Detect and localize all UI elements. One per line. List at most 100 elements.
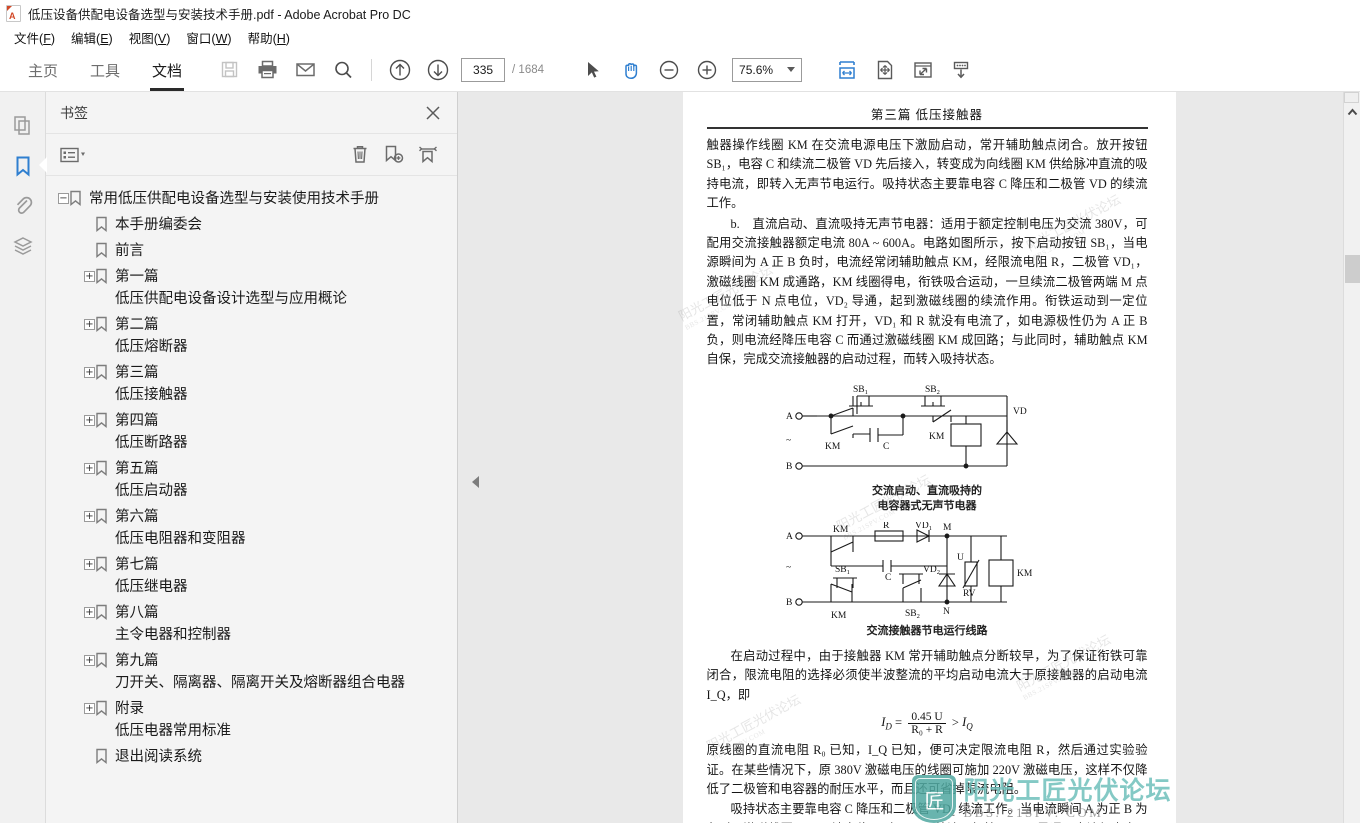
expand-icon[interactable]: + bbox=[84, 271, 95, 282]
pdf-file-icon bbox=[6, 4, 21, 22]
save-button[interactable] bbox=[210, 51, 248, 89]
bookmark-label: 常用低压供配电设备选型与安装使用技术手册 bbox=[89, 191, 379, 207]
zoom-level-select[interactable]: 75.6% bbox=[732, 57, 803, 82]
pdf-page: 阳光工匠光伏论坛 BBS.21SPV.COM 阳光工匠光伏论坛 BBS.21SPV.… bbox=[676, 92, 1176, 823]
expand-icon[interactable]: + bbox=[84, 559, 95, 570]
page-number-input[interactable]: 335 bbox=[461, 57, 506, 82]
expand-icon[interactable]: + bbox=[84, 607, 95, 618]
svg-text:SB2: SB2 bbox=[925, 385, 940, 396]
bookmark-item[interactable]: + 第八篇 主令电器和控制器 bbox=[46, 600, 457, 648]
paragraph: 原线圈的直流电阻 R₀ 已知，I_Q 已知，便可决定限流电阻 R，然后通过实验验… bbox=[706, 743, 1148, 796]
expand-icon[interactable]: + bbox=[84, 463, 95, 474]
full-screen-button[interactable] bbox=[904, 51, 942, 89]
page-thumbnails-icon bbox=[13, 116, 30, 135]
svg-text:M: M bbox=[943, 523, 952, 533]
tab-home[interactable]: 主页 bbox=[26, 49, 60, 91]
paragraph: 在启动过程中，由于接触器 KM 常开辅助触点分断较早，为了保证衔铁可靠闭合，限流… bbox=[706, 648, 1148, 702]
bookmark-item[interactable]: + 第三篇 低压接触器 bbox=[46, 360, 457, 408]
bookmark-item[interactable]: + 第九篇 刀开关、隔离器、隔离开关及熔断器组合电器 bbox=[46, 648, 457, 696]
attachments-button[interactable] bbox=[6, 186, 40, 226]
options-menu-icon bbox=[60, 147, 85, 162]
fit-page-button[interactable] bbox=[866, 51, 904, 89]
expand-icon[interactable]: + bbox=[84, 319, 95, 330]
expand-icon[interactable]: + bbox=[84, 511, 95, 522]
delete-bookmark-icon bbox=[353, 146, 367, 163]
svg-text:KM: KM bbox=[825, 442, 841, 452]
search-button[interactable] bbox=[324, 51, 362, 89]
svg-text:VD: VD bbox=[1013, 407, 1027, 417]
scroll-up-button[interactable] bbox=[1344, 104, 1360, 121]
figure-ac-contactor-saving-circuit: AB ~ KM R VD1 M N C VD2 U RV KM SB1 KM S… bbox=[707, 522, 1148, 639]
menu-help[interactable]: 帮助(H) bbox=[242, 26, 300, 49]
bookmarks-toolbar bbox=[46, 134, 457, 176]
bookmarks-icon bbox=[16, 156, 29, 177]
new-bookmark-button[interactable] bbox=[379, 141, 409, 169]
bookmark-item[interactable]: − 常用低压供配电设备选型与安装使用技术手册 bbox=[46, 186, 457, 212]
bookmark-item[interactable]: + 第六篇 低压电阻器和变阻器 bbox=[46, 504, 457, 552]
select-tool-button[interactable] bbox=[574, 51, 612, 89]
bookmark-item[interactable]: + 第四篇 低压断路器 bbox=[46, 408, 457, 456]
menu-bar: 文件(F) 编辑(E) 视图(V) 窗口(W) 帮助(H) bbox=[0, 26, 1360, 48]
zoom-out-button[interactable] bbox=[650, 51, 688, 89]
menu-edit[interactable]: 编辑(E) bbox=[65, 26, 123, 49]
svg-text:SB1: SB1 bbox=[835, 565, 850, 576]
menu-view[interactable]: 视图(V) bbox=[123, 26, 181, 49]
bookmark-item[interactable]: + 第五篇 低压启动器 bbox=[46, 456, 457, 504]
page-running-head: 第三篇 低压接触器 bbox=[870, 108, 984, 122]
zoom-in-icon bbox=[697, 60, 717, 79]
bookmark-label: 退出阅读系统 bbox=[115, 749, 202, 765]
bookmark-label: 第八篇 主令电器和控制器 bbox=[115, 605, 231, 643]
bookmark-item[interactable]: + 第七篇 低压继电器 bbox=[46, 552, 457, 600]
tab-tools[interactable]: 工具 bbox=[88, 49, 122, 91]
expand-icon[interactable]: + bbox=[84, 367, 95, 378]
print-button[interactable] bbox=[248, 51, 286, 89]
menu-window[interactable]: 窗口(W) bbox=[180, 26, 241, 49]
expand-icon[interactable]: + bbox=[84, 415, 95, 426]
expand-bookmarks-button[interactable] bbox=[413, 141, 443, 169]
bookmark-item[interactable]: + 第二篇 低压熔断器 bbox=[46, 312, 457, 360]
fit-width-button[interactable] bbox=[828, 51, 866, 89]
email-button[interactable] bbox=[286, 51, 324, 89]
next-page-button[interactable] bbox=[419, 51, 457, 89]
delete-bookmark-button[interactable] bbox=[345, 141, 375, 169]
hand-tool-icon bbox=[625, 62, 638, 79]
bookmark-icon bbox=[95, 700, 115, 717]
layers-button[interactable] bbox=[6, 226, 40, 266]
bookmarks-button[interactable] bbox=[6, 146, 47, 186]
bookmark-item[interactable]: + 第一篇 低压供配电设备设计选型与应用概论 bbox=[46, 264, 457, 312]
expand-icon[interactable]: + bbox=[84, 655, 95, 666]
bookmark-icon bbox=[95, 242, 115, 259]
bookmark-item[interactable]: 前言 bbox=[46, 238, 457, 264]
vertical-scrollbar[interactable] bbox=[1343, 92, 1360, 823]
svg-text:VD1: VD1 bbox=[915, 522, 932, 532]
bookmark-item[interactable]: + 附录 低压电器常用标准 bbox=[46, 696, 457, 744]
scrollbar-thumb[interactable] bbox=[1345, 255, 1360, 283]
bookmark-label: 第一篇 低压供配电设备设计选型与应用概论 bbox=[115, 269, 347, 307]
full-screen-icon bbox=[914, 61, 932, 78]
expand-icon[interactable]: + bbox=[84, 703, 95, 714]
collapse-icon[interactable]: − bbox=[58, 193, 69, 204]
scroll-mode-icon bbox=[953, 61, 969, 78]
close-panel-button[interactable] bbox=[423, 103, 443, 123]
bookmark-options-button[interactable] bbox=[60, 141, 90, 169]
svg-text:C: C bbox=[885, 573, 891, 583]
zoom-in-button[interactable] bbox=[688, 51, 726, 89]
circuit-diagram-2: AB ~ KM R VD1 M N C VD2 U RV KM SB1 KM S… bbox=[786, 522, 1033, 621]
hand-tool-button[interactable] bbox=[612, 51, 650, 89]
menu-file[interactable]: 文件(F) bbox=[8, 26, 65, 49]
svg-text:B: B bbox=[786, 462, 792, 472]
scroll-mode-button[interactable] bbox=[942, 51, 980, 89]
svg-text:KM: KM bbox=[929, 432, 945, 442]
previous-page-button[interactable] bbox=[381, 51, 419, 89]
bookmark-item[interactable]: 退出阅读系统 bbox=[46, 744, 457, 770]
bookmarks-panel-title: 书签 bbox=[60, 104, 88, 121]
figure-caption: 交流启动、直流吸持的 电容器式无声节电器 bbox=[872, 484, 982, 512]
tab-document[interactable]: 文档 bbox=[150, 49, 185, 91]
bookmark-label: 第六篇 低压电阻器和变阻器 bbox=[115, 509, 246, 547]
page-thumbnails-button[interactable] bbox=[6, 106, 40, 146]
bookmark-item[interactable]: 本手册编委会 bbox=[46, 212, 457, 238]
collapse-panel-handle[interactable] bbox=[472, 476, 479, 488]
